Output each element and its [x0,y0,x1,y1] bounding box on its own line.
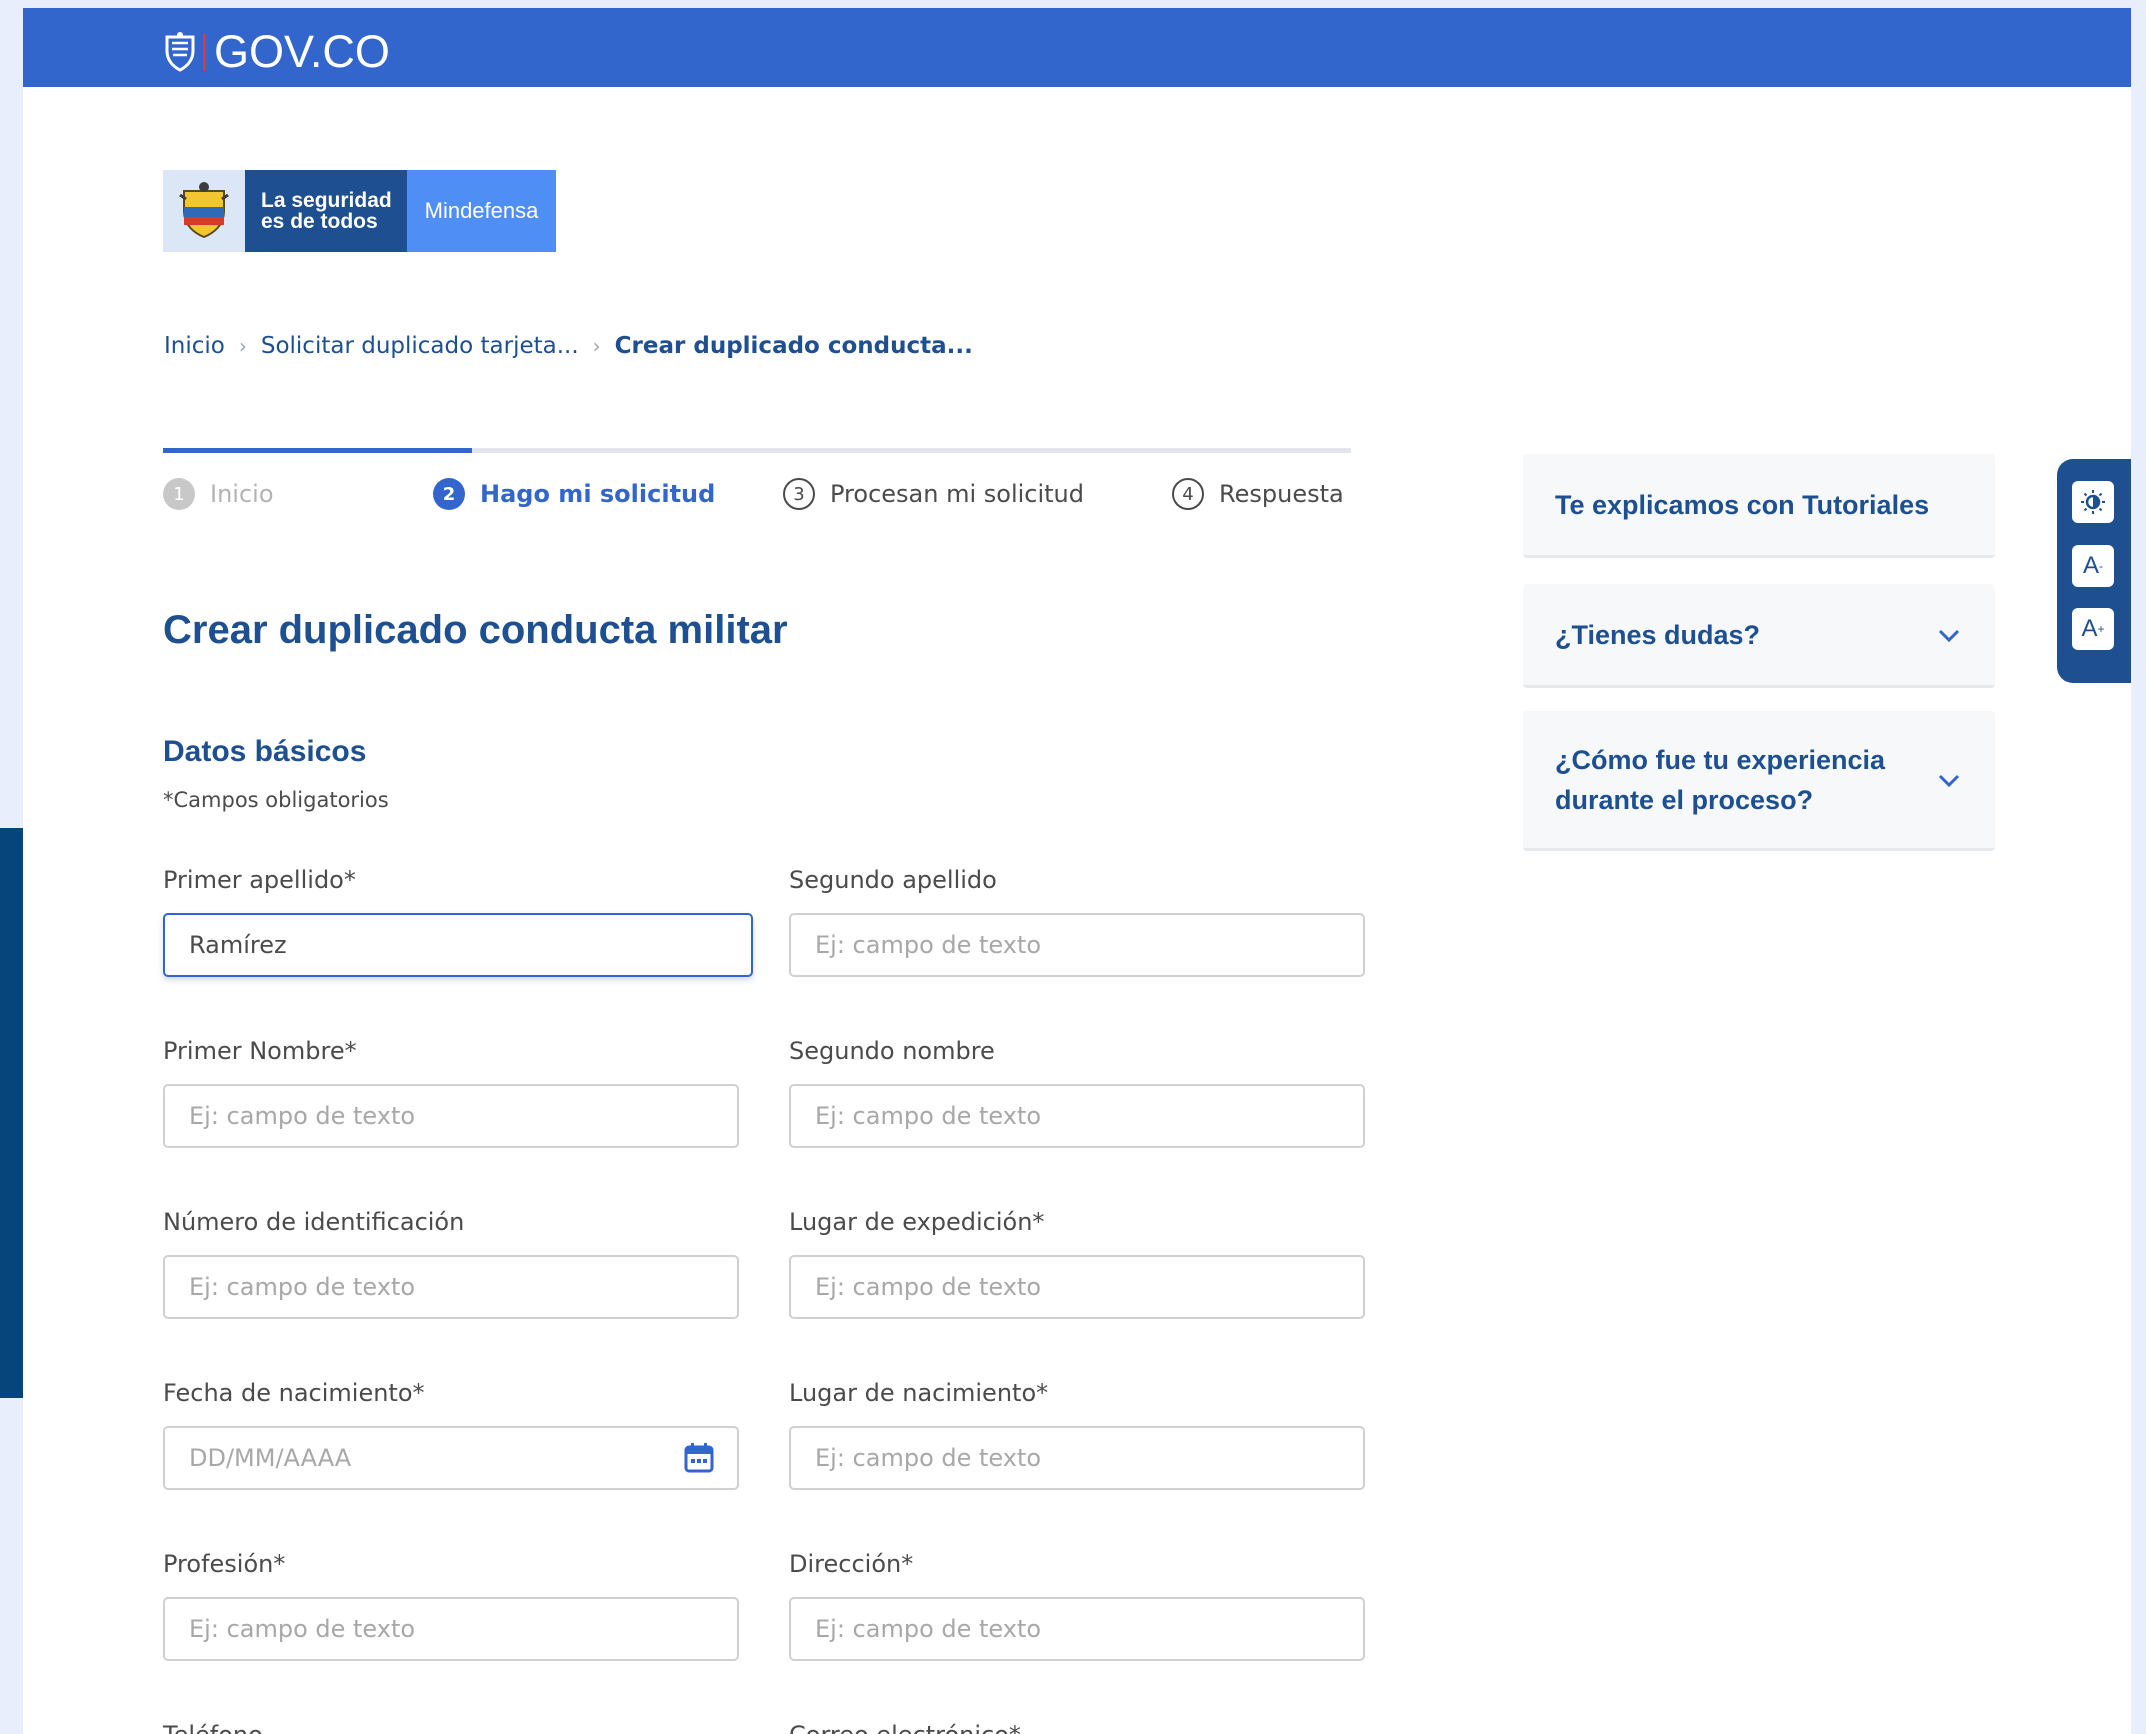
chevron-down-icon [1938,774,1960,787]
field-label: Segundo nombre [789,1037,995,1065]
segundo-nombre-input[interactable]: Ej: campo de texto [789,1084,1365,1148]
fecha-nacimiento-input[interactable]: DD/MM/AAAA [163,1426,739,1490]
profesion-input[interactable]: Ej: campo de texto [163,1597,739,1661]
experience-accordion[interactable]: ¿Cómo fue tu experiencia durante el proc… [1523,711,1995,851]
chevron-right-icon: › [592,334,601,358]
numero-identificacion-field: Número de identificación Ej: campo de te… [163,1208,739,1319]
field-label: Fecha de nacimiento* [163,1379,425,1407]
colombia-shield-icon [165,32,195,72]
page-title: Crear duplicado conducta militar [163,608,788,652]
gov-topbar: GOV.CO [23,8,2131,87]
step-number: 4 [1172,478,1204,510]
numero-identificacion-input[interactable]: Ej: campo de texto [163,1255,739,1319]
calendar-icon[interactable] [683,1442,715,1480]
decrease-font-button[interactable]: A- [2072,545,2114,587]
decrease-font-icon: A [2082,552,2099,579]
direccion-field: Dirección* Ej: campo de texto [789,1550,1365,1661]
tutorials-card[interactable]: Te explicamos con Tutoriales [1523,454,1995,558]
segundo-nombre-field: Segundo nombre Ej: campo de texto [789,1037,1365,1148]
minus-sign: - [2099,559,2103,573]
lugar-nacimiento-input[interactable]: Ej: campo de texto [789,1426,1365,1490]
primer-nombre-field: Primer Nombre* Ej: campo de texto [163,1037,739,1148]
primer-nombre-input[interactable]: Ej: campo de texto [163,1084,739,1148]
gov-co-logo[interactable]: GOV.CO [163,26,390,78]
field-label: Profesión* [163,1550,286,1578]
step-respuesta: 4 Respuesta [1172,478,1344,510]
step-label: Inicio [210,480,274,508]
plus-sign: + [2097,622,2105,636]
logo-separator [203,33,206,71]
step-procesan-mi-solicitud: 3 Procesan mi solicitud [783,478,1084,510]
slogan-line-1: La seguridad [261,189,392,212]
lugar-expedicion-field: Lugar de expedición* Ej: campo de texto [789,1208,1365,1319]
fecha-nacimiento-field: Fecha de nacimiento* DD/MM/AAAA [163,1379,739,1490]
step-inicio: 1 Inicio [163,478,274,510]
page: GOV.CO La seguridad es de todos Mindefen… [23,8,2131,1734]
primer-apellido-field: Primer apellido* Ramírez [163,866,753,977]
tutorials-label: Te explicamos con Tutoriales [1555,489,1930,520]
telefono-field: Teléfono [163,1721,739,1734]
breadcrumb-item-current: Crear duplicado conducta... [614,333,973,359]
field-label: Correo electrónico* [789,1721,1365,1734]
breadcrumb-item-solicitar[interactable]: Solicitar duplicado tarjeta... [261,333,579,359]
field-label: Lugar de expedición* [789,1208,1045,1236]
field-label: Dirección* [789,1550,914,1578]
slogan-block: La seguridad es de todos [245,170,407,252]
field-label: Primer apellido* [163,866,356,894]
profesion-field: Profesión* Ej: campo de texto [163,1550,739,1661]
field-label: Teléfono [163,1721,739,1734]
field-label: Primer Nombre* [163,1037,357,1065]
contrast-button[interactable] [2072,481,2114,523]
step-hago-mi-solicitud: 2 Hago mi solicitud [433,478,715,510]
primer-apellido-input[interactable]: Ramírez [163,913,753,977]
section-title: Datos básicos [163,735,367,768]
chevron-down-icon [1938,629,1960,642]
field-label: Segundo apellido [789,866,997,894]
contrast-icon [2081,490,2105,514]
accessibility-bar: A- A + [2057,459,2131,683]
correo-field: Correo electrónico* [789,1721,1365,1734]
coat-of-arms-icon [163,170,245,252]
ministry-name: Mindefensa [407,170,556,252]
segundo-apellido-field: Segundo apellido Ej: campo de texto [789,866,1365,977]
breadcrumb-item-inicio[interactable]: Inicio [164,333,225,359]
experience-label: ¿Cómo fue tu experiencia durante el proc… [1555,744,1886,815]
step-label: Procesan mi solicitud [830,480,1085,508]
increase-font-button[interactable]: A + [2072,608,2114,650]
lugar-expedicion-input[interactable]: Ej: campo de texto [789,1255,1365,1319]
step-number: 2 [433,478,465,510]
increase-font-icon: A [2081,615,2098,642]
doubts-label: ¿Tienes dudas? [1555,619,1761,650]
step-number: 3 [783,478,815,510]
gov-co-text: GOV.CO [214,26,390,77]
required-fields-note: *Campos obligatorios [163,788,389,812]
mindefensa-logo[interactable]: La seguridad es de todos Mindefensa [163,170,556,252]
slogan-line-2: es de todos [261,210,378,233]
field-label: Número de identificación [163,1208,465,1236]
step-label: Hago mi solicitud [480,480,716,508]
breadcrumb: Inicio › Solicitar duplicado tarjeta... … [164,333,973,359]
left-side-tab [0,828,23,1398]
direccion-input[interactable]: Ej: campo de texto [789,1597,1365,1661]
field-label: Lugar de nacimiento* [789,1379,1049,1407]
stepper-progress-fill [163,448,472,453]
step-number: 1 [163,478,195,510]
date-placeholder: DD/MM/AAAA [189,1444,352,1472]
lugar-nacimiento-field: Lugar de nacimiento* Ej: campo de texto [789,1379,1365,1490]
step-label: Respuesta [1219,480,1344,508]
doubts-accordion[interactable]: ¿Tienes dudas? [1523,584,1995,688]
segundo-apellido-input[interactable]: Ej: campo de texto [789,913,1365,977]
chevron-right-icon: › [238,334,247,358]
